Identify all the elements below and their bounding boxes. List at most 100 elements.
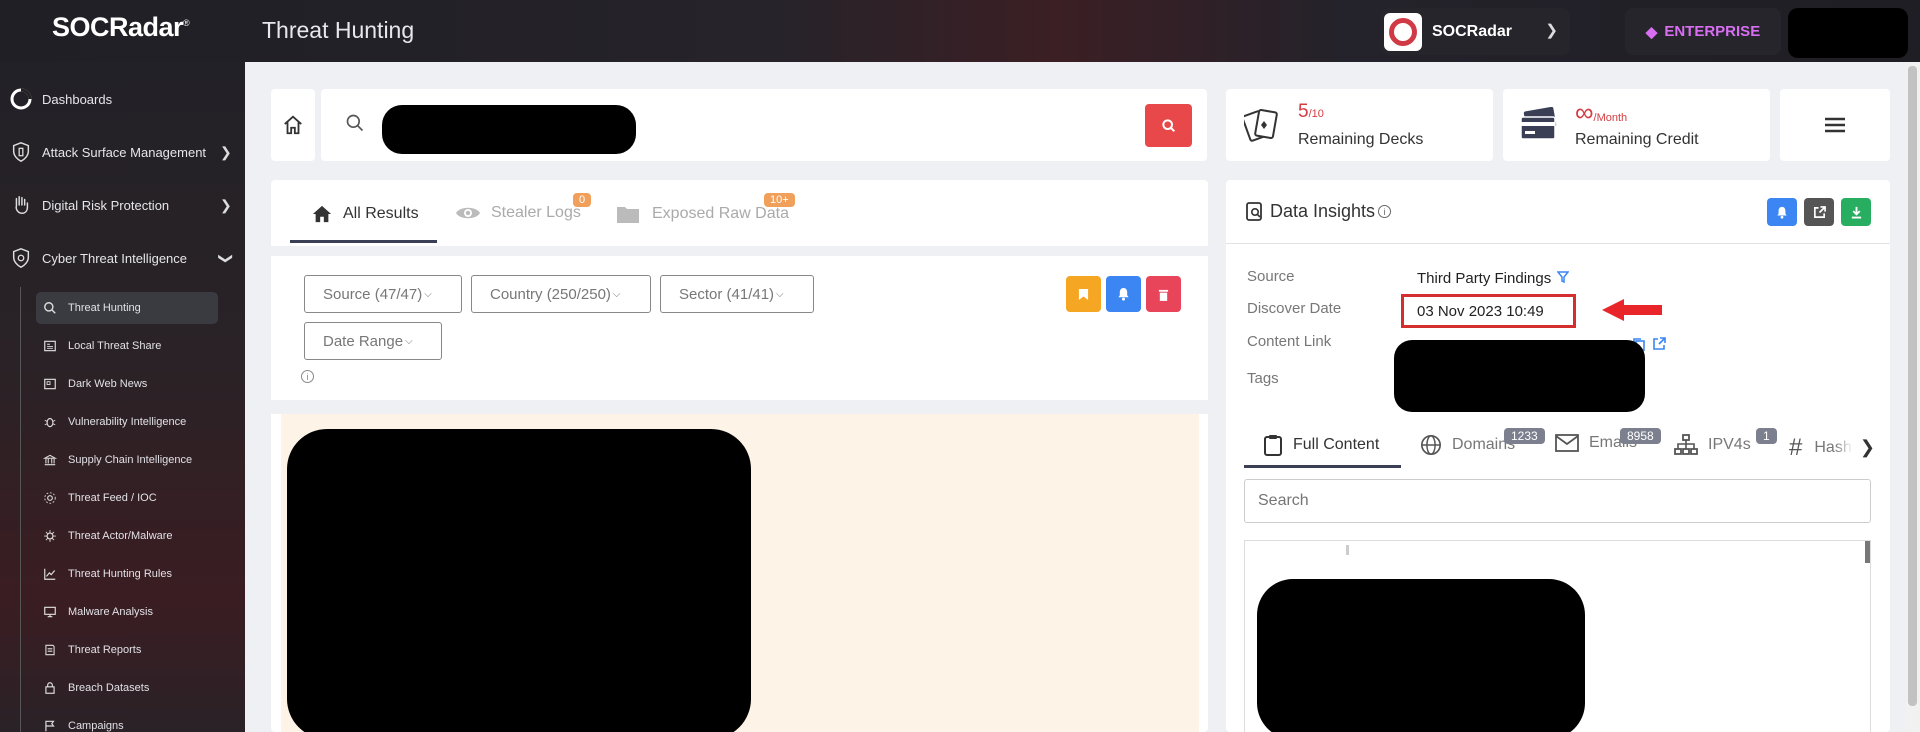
sidebar-item-threat-reports[interactable]: Threat Reports [36, 634, 218, 666]
source-label: Source [1247, 268, 1295, 285]
date-range-filter-dropdown[interactable]: Date Range ⌵ [304, 322, 442, 360]
sidebar-item-dashboards[interactable]: Dashboards [8, 86, 112, 112]
notification-button[interactable] [1106, 276, 1141, 312]
sector-filter-dropdown[interactable]: Sector (41/41) ⌵ [660, 275, 814, 313]
download-icon [1851, 206, 1861, 219]
news-icon [42, 376, 58, 392]
external-link-icon[interactable] [1652, 337, 1666, 351]
tabs-scroll-right-button[interactable]: ❯ [1835, 425, 1875, 470]
insights-notification-button[interactable] [1767, 198, 1797, 226]
search-icon [1161, 118, 1175, 132]
chevron-down-icon: ⌵ [776, 288, 784, 300]
org-logo-icon [1384, 12, 1422, 51]
trash-icon [1158, 289, 1169, 301]
data-insights-header: Data Insights i [1246, 201, 1392, 222]
external-link-icon [1813, 205, 1826, 218]
sidebar-item-campaigns[interactable]: Campaigns [36, 710, 218, 732]
submenu-divider [20, 287, 21, 732]
tab-exposed-raw-data[interactable]: Exposed Raw Data [616, 204, 789, 224]
search-input[interactable] [382, 105, 636, 154]
sidebar-item-threat-feed-ioc[interactable]: Threat Feed / IOC [36, 482, 218, 514]
home-icon [312, 205, 332, 223]
monitor-icon [42, 604, 58, 620]
page-scrollbar-thumb[interactable] [1908, 66, 1917, 706]
sidebar-item-breach-datasets[interactable]: Breach Datasets [36, 672, 218, 704]
sidebar-item-vulnerability-intelligence[interactable]: Vulnerability Intelligence [36, 406, 218, 438]
decks-label: Remaining Decks [1298, 131, 1424, 148]
tags-label: Tags [1247, 370, 1279, 387]
enterprise-plan-button[interactable]: ◆ ENTERPRISE [1625, 8, 1781, 55]
tab-full-content[interactable]: Full Content [1263, 434, 1379, 456]
socradar-logo[interactable]: SOCRadar® [52, 12, 190, 43]
sidebar-item-supply-chain-intelligence[interactable]: Supply Chain Intelligence [36, 444, 218, 476]
sidebar-item-dark-web-news[interactable]: Dark Web News [36, 368, 218, 400]
organization-select[interactable]: SOCRadar ❯ [1380, 8, 1570, 55]
tab-ipv4s[interactable]: IPV4s [1674, 434, 1751, 456]
sidebar-item-label: Dark Web News [68, 378, 148, 390]
tab-all-results[interactable]: All Results [311, 204, 419, 224]
sidebar-item-label: Supply Chain Intelligence [68, 454, 193, 466]
tab-label: All Results [343, 205, 419, 222]
bookmark-button[interactable] [1066, 276, 1101, 312]
dashboard-icon [8, 86, 34, 112]
report-search-icon [1246, 201, 1262, 221]
sidebar-item-label: Digital Risk Protection [42, 197, 170, 213]
scrollbar-thumb[interactable] [1865, 541, 1870, 563]
sidebar-item-local-threat-share[interactable]: Local Threat Share [36, 330, 218, 362]
clipboard-icon [1264, 435, 1282, 456]
download-button[interactable] [1841, 198, 1871, 226]
page-title: Threat Hunting [262, 17, 415, 43]
bookmark-icon [1078, 288, 1089, 300]
sidebar-item-malware-analysis[interactable]: Malware Analysis [36, 596, 218, 628]
menu-button[interactable] [1780, 89, 1890, 161]
country-filter-dropdown[interactable]: Country (250/250) ⌵ [471, 275, 651, 313]
info-icon[interactable]: i [301, 370, 314, 383]
sidebar-item-digital-risk-protection[interactable]: Digital Risk Protection ❯ [8, 192, 232, 218]
search-icon [42, 300, 58, 316]
hash-icon: # [1789, 434, 1803, 461]
info-icon[interactable]: i [1378, 205, 1392, 218]
chevron-down-icon: ⌵ [612, 288, 621, 300]
bell-icon [1118, 287, 1129, 301]
open-external-button[interactable] [1804, 198, 1834, 226]
sidebar-item-label: Breach Datasets [68, 682, 150, 694]
exposed-raw-data-count-badge: 10+ [764, 193, 795, 207]
home-icon [284, 115, 302, 135]
sidebar-item-label: Threat Reports [68, 644, 142, 656]
search-button[interactable] [1145, 104, 1192, 147]
remaining-credit-card: ∞/Month Remaining Credit [1503, 89, 1770, 161]
bank-icon [42, 452, 58, 468]
tab-label: Exposed Raw Data [652, 205, 789, 222]
content-viewer[interactable] [1244, 540, 1871, 732]
hamburger-icon [1825, 117, 1845, 133]
remaining-decks-card: 5/10 Remaining Decks [1226, 89, 1493, 161]
data-insights-title: Data Insights [1270, 201, 1376, 221]
search-icon [346, 114, 364, 132]
result-card[interactable] [281, 414, 1199, 732]
delete-button[interactable] [1146, 276, 1181, 312]
source-filter-dropdown[interactable]: Source (47/47) ⌵ [304, 275, 462, 313]
filter-icon[interactable] [1556, 271, 1570, 284]
tab-label: Full Content [1293, 436, 1380, 453]
sidebar-item-cyber-threat-intelligence[interactable]: Cyber Threat Intelligence ❯ [8, 245, 234, 271]
credit-count: ∞/Month [1575, 97, 1628, 127]
plan-label: ENTERPRISE [1664, 23, 1761, 40]
diamond-icon: ◆ [1645, 23, 1658, 41]
gear-icon [42, 490, 58, 506]
user-menu-button[interactable] [1788, 8, 1908, 58]
tab-stealer-logs[interactable]: Stealer Logs [455, 204, 581, 222]
sidebar-item-threat-actor-malware[interactable]: Threat Actor/Malware [36, 520, 218, 552]
text-cursor [1346, 545, 1349, 555]
page-scrollbar[interactable] [1905, 62, 1920, 732]
sidebar-item-label: Campaigns [68, 720, 124, 732]
sidebar-item-attack-surface-management[interactable]: Attack Surface Management ❯ [8, 139, 232, 165]
content-search-input[interactable] [1244, 479, 1871, 523]
flag-icon [42, 718, 58, 732]
search-bar[interactable] [321, 89, 1207, 161]
sidebar-item-threat-hunting[interactable]: Threat Hunting [36, 292, 218, 324]
sidebar-item-label: Threat Actor/Malware [68, 530, 173, 542]
home-button[interactable] [271, 89, 315, 161]
sidebar-item-threat-hunting-rules[interactable]: Threat Hunting Rules [36, 558, 218, 590]
tab-domains[interactable]: Domains [1420, 434, 1515, 456]
header-divider [1226, 243, 1890, 244]
